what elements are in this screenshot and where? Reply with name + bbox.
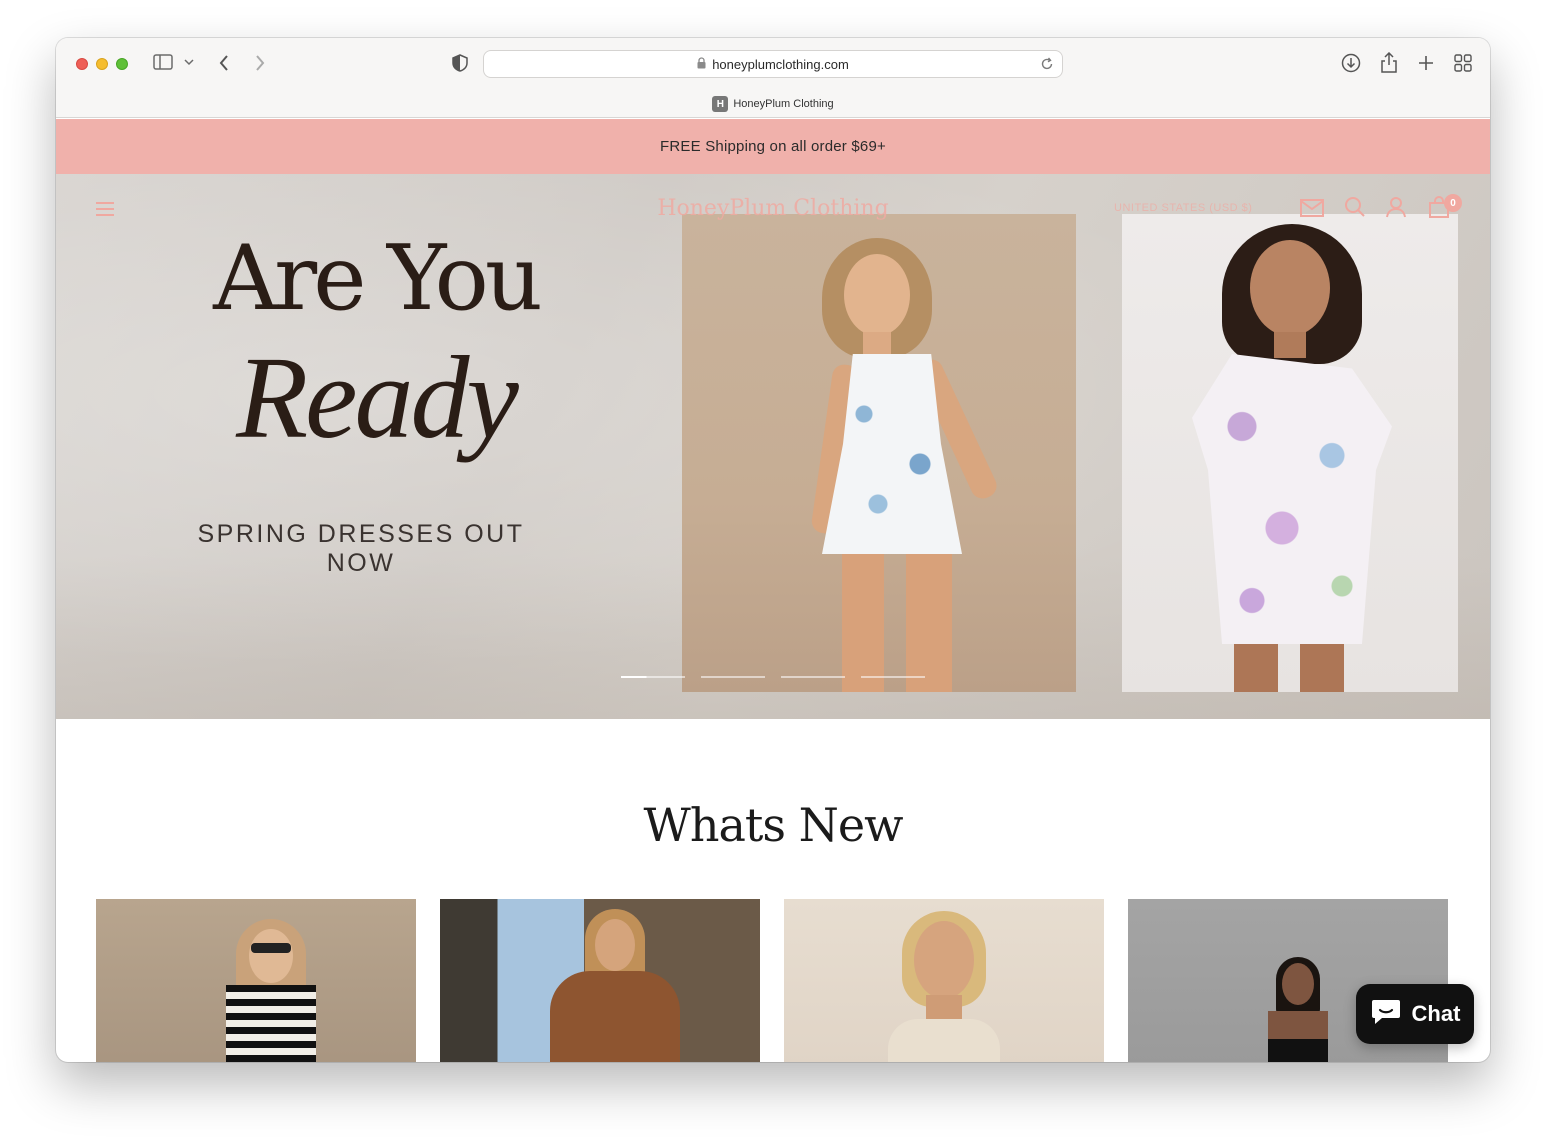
hero-subheading: SPRING DRESSES OUT NOW [197,520,525,577]
mail-icon[interactable] [1300,196,1324,223]
chevron-down-icon[interactable] [184,58,194,66]
reload-icon[interactable] [1040,57,1054,74]
browser-toolbar: honeyplumclothing.com H HoneyPlum Clothi… [56,38,1490,118]
cart-count-badge: 0 [1444,194,1462,212]
store-logo[interactable]: HoneyPlum Clothing [56,196,1490,221]
shield-icon[interactable] [452,54,468,72]
product-card[interactable] [784,899,1104,1062]
lock-icon [697,56,706,72]
chat-label: Chat [1411,1001,1461,1026]
currency-selector[interactable]: UNITED STATES (USD $) [1114,202,1252,214]
slideshow-pagination [621,676,925,678]
account-icon[interactable] [1386,196,1406,223]
share-icon[interactable] [1380,52,1398,74]
active-tab[interactable]: H HoneyPlum Clothing [56,96,1490,112]
slide-indicator-2[interactable] [701,676,765,678]
url-text: honeyplumclothing.com [712,56,849,72]
slide-indicator-3[interactable] [781,676,845,678]
store-header: HoneyPlum Clothing UNITED STATES (USD $)… [56,174,1490,244]
chat-button[interactable]: Chat [1356,984,1474,1044]
hero-headline-line1: Are You [213,226,543,331]
forward-icon[interactable] [254,54,266,72]
browser-window: honeyplumclothing.com H HoneyPlum Clothi… [56,38,1490,1062]
download-icon[interactable] [1341,53,1361,73]
sidebar-toggle-icon[interactable] [153,54,173,70]
product-card[interactable] [96,899,416,1062]
slide-indicator-1[interactable] [621,676,685,678]
search-icon[interactable] [1344,196,1366,223]
hero-photo-blue-dress [682,214,1076,692]
whats-new-heading: Whats New [643,798,904,852]
minimize-window-button[interactable] [96,58,108,70]
tab-overview-icon[interactable] [1454,54,1472,72]
tab-title-text: HoneyPlum Clothing [733,98,834,110]
hero-slideshow[interactable]: Are You Ready SPRING DRESSES OUT NOW Hon… [56,174,1490,719]
address-bar[interactable]: honeyplumclothing.com [483,50,1063,78]
announcement-bar: FREE Shipping on all order $69+ [56,119,1490,174]
slide-indicator-4[interactable] [861,676,925,678]
product-grid [96,899,1450,1062]
product-card[interactable] [440,899,760,1062]
hero-photo-floral-dress [1122,214,1458,692]
new-tab-icon[interactable] [1417,54,1435,72]
hero-headline-line2: Ready [236,332,519,463]
chat-bubble-icon [1370,996,1402,1032]
close-window-button[interactable] [76,58,88,70]
back-icon[interactable] [218,54,230,72]
announcement-text: FREE Shipping on all order $69+ [660,138,886,155]
favicon: H [712,96,729,112]
zoom-window-button[interactable] [116,58,128,70]
